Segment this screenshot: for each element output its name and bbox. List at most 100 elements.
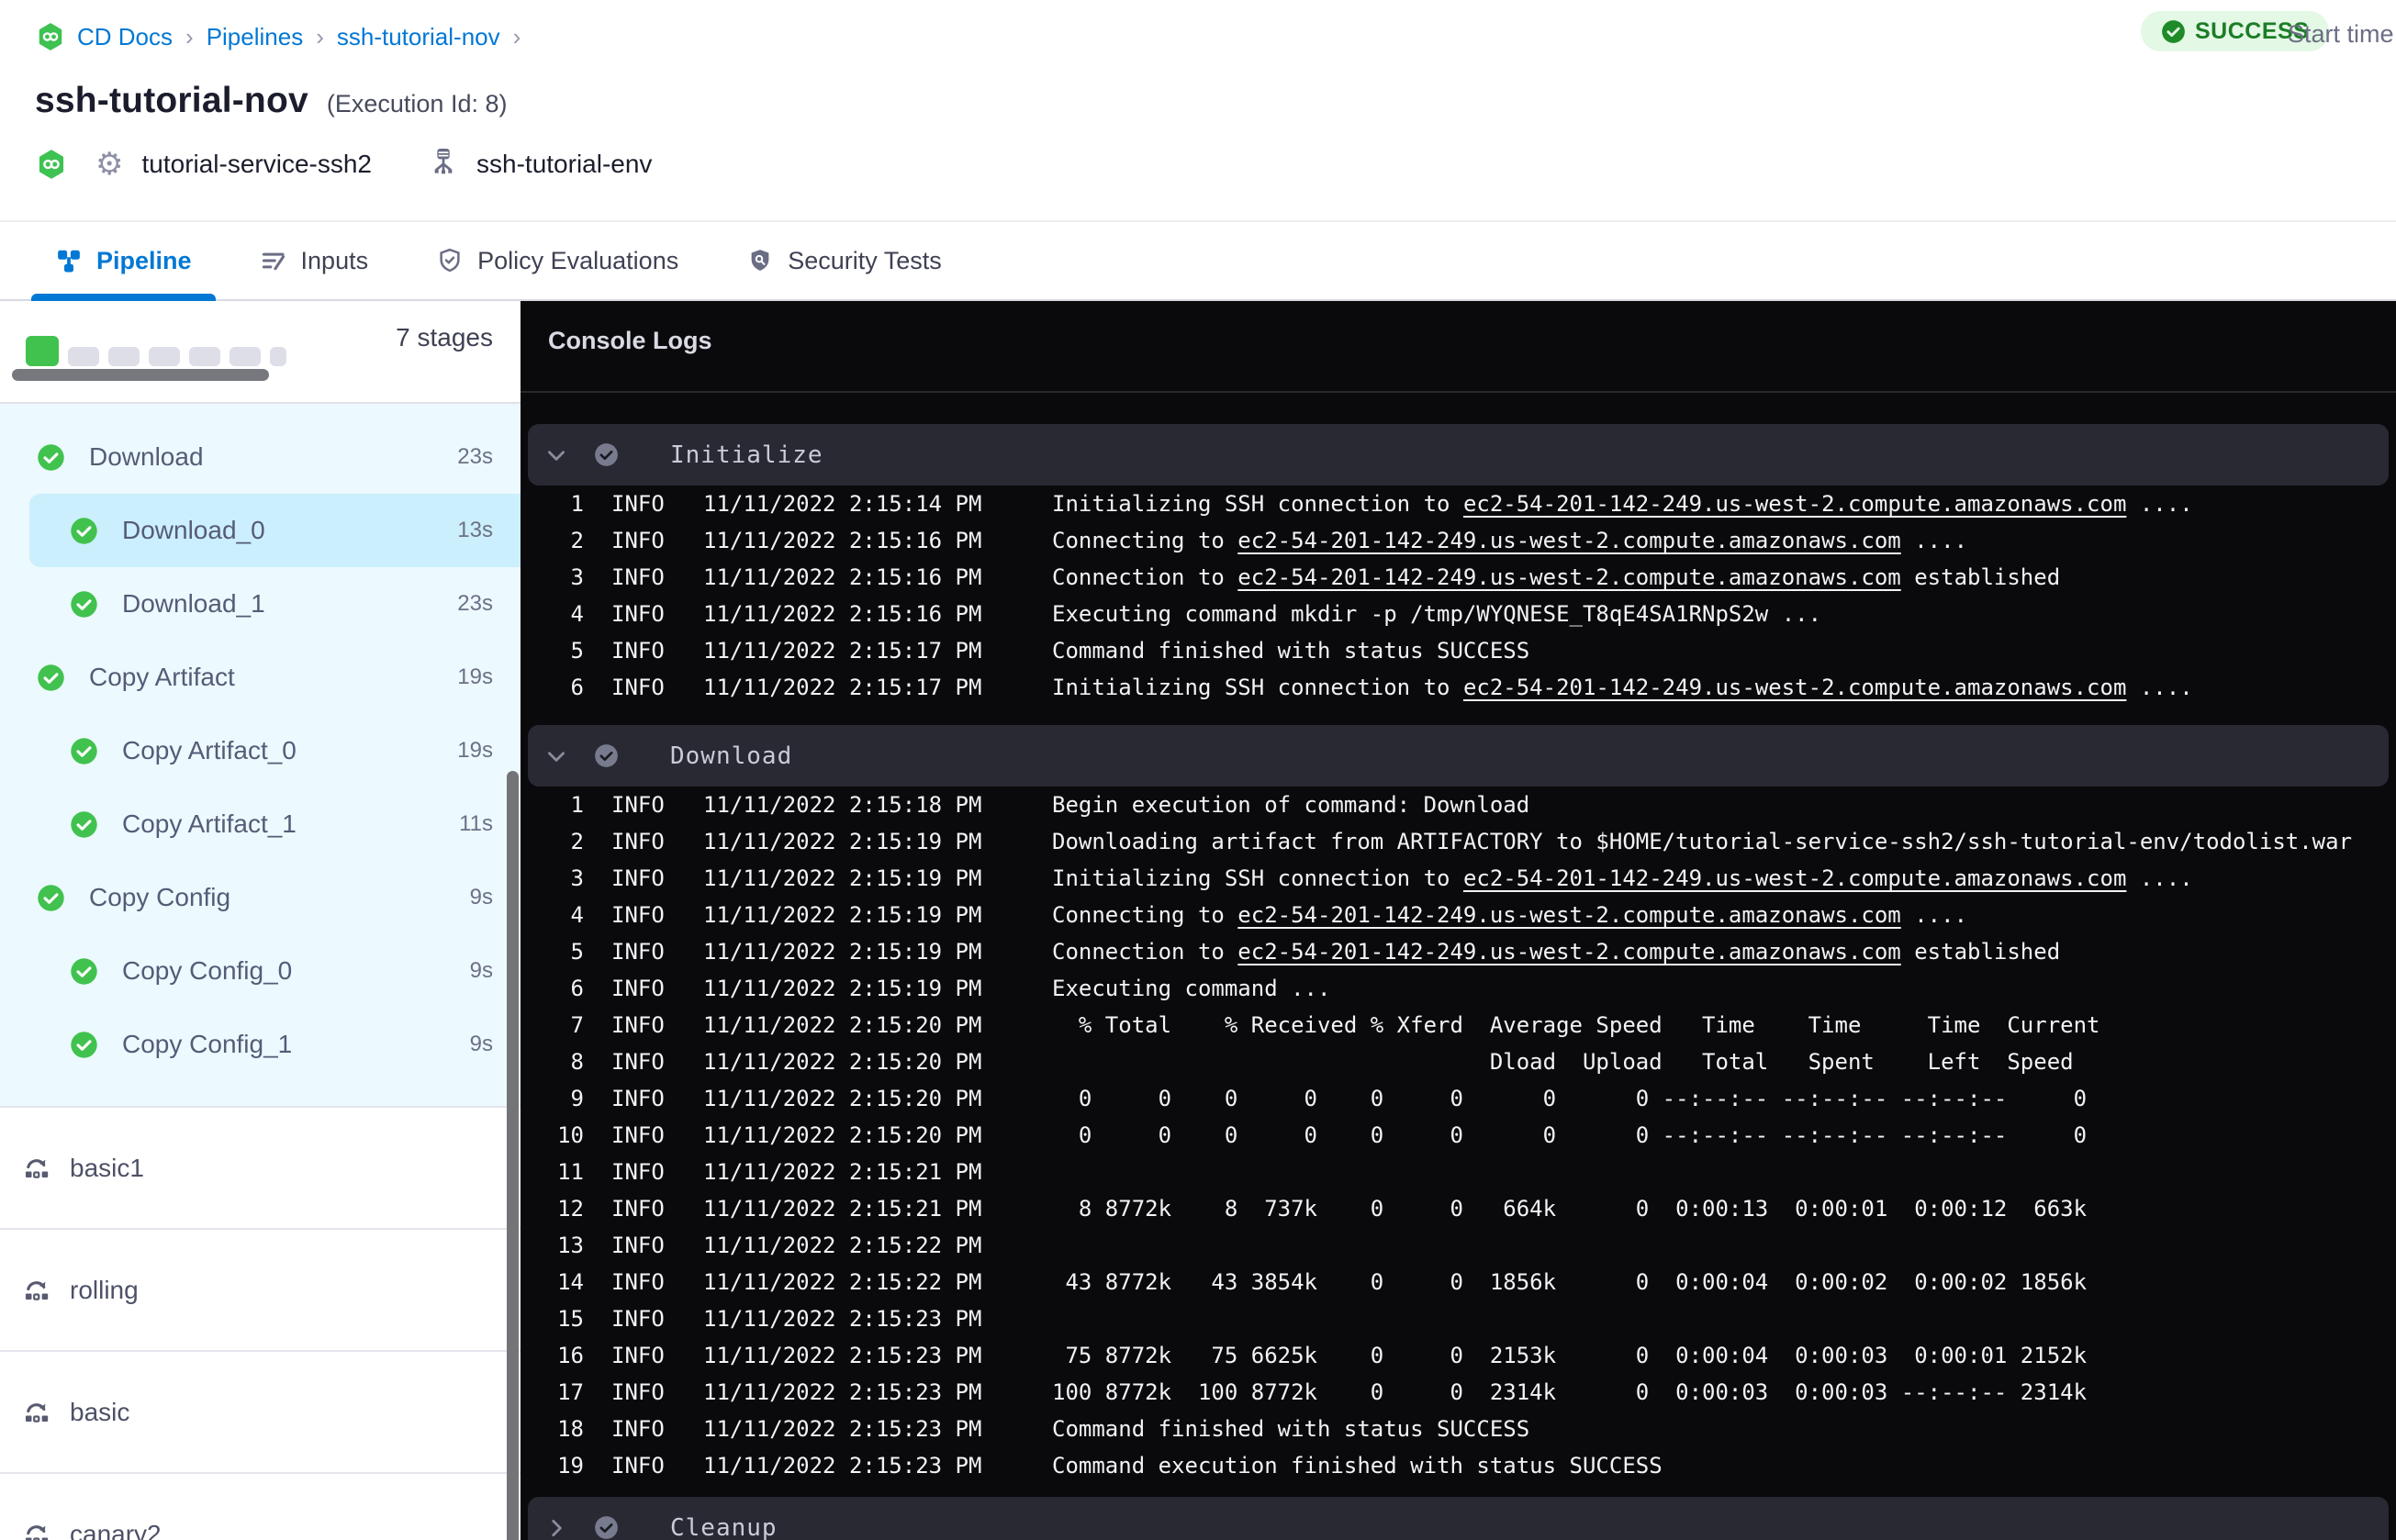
log-line-number: 18 — [557, 1416, 584, 1442]
inputs-icon — [260, 247, 287, 274]
success-check-icon — [70, 810, 98, 839]
success-check-icon — [37, 664, 65, 692]
execution-id-label: (Execution Id: 8) — [326, 90, 508, 117]
log-timestamp: 11/11/2022 2:15:18 PM — [703, 792, 982, 818]
breadcrumb-link-project[interactable]: CD Docs — [77, 23, 173, 51]
log-level: INFO — [611, 1012, 665, 1038]
rollback-row-basic[interactable]: basic — [0, 1352, 521, 1474]
stage-label: Copy Artifact_1 — [122, 809, 297, 838]
log-message: 43 8772k 43 3854k 0 0 1856k 0 0:00:04 0:… — [1052, 1269, 2087, 1295]
log-level: INFO — [611, 792, 665, 818]
log-timestamp: 11/11/2022 2:15:20 PM — [703, 1012, 982, 1038]
rollback-row-basic1[interactable]: basic1 — [0, 1108, 521, 1230]
progress-segment-complete — [26, 336, 59, 366]
log-line-number: 7 — [570, 1012, 584, 1038]
log-section-header-download[interactable]: Download — [528, 725, 2389, 787]
stage-row-copy-config[interactable]: Copy Config 9s — [0, 861, 521, 934]
log-timestamp: 11/11/2022 2:15:21 PM — [703, 1196, 982, 1222]
rollback-label: canary2 — [70, 1519, 162, 1540]
tab-pipeline[interactable]: Pipeline — [31, 222, 216, 301]
stage-row-copy-artifact[interactable]: Copy Artifact 19s — [0, 641, 521, 714]
log-host-link[interactable]: ec2-54-201-142-249.us-west-2.compute.ama… — [1463, 491, 2126, 517]
log-host-link[interactable]: ec2-54-201-142-249.us-west-2.compute.ama… — [1463, 675, 2126, 700]
rollback-row-rolling[interactable]: rolling — [0, 1230, 521, 1352]
log-line: 6 INFO 11/11/2022 2:15:17 PM Initializing S… — [521, 669, 2396, 706]
log-text: .... — [1900, 528, 1968, 553]
stage-duration: 13s — [457, 518, 493, 542]
breadcrumb-link-pipeline[interactable]: ssh-tutorial-nov — [337, 23, 500, 51]
log-host-link[interactable]: ec2-54-201-142-249.us-west-2.compute.ama… — [1463, 865, 2126, 891]
stage-row-download-0[interactable]: Download_0 13s — [29, 494, 521, 567]
stage-duration: 23s — [457, 444, 493, 469]
page-title: ssh-tutorial-nov — [35, 81, 308, 120]
stage-label: Download — [89, 442, 204, 471]
log-message: % Total % Received % Xferd Average Speed… — [1052, 1012, 2100, 1038]
log-message: 0 0 0 0 0 0 0 0 --:--:-- --:--:-- --:--:… — [1052, 1086, 2087, 1111]
log-timestamp: 11/11/2022 2:15:17 PM — [703, 675, 982, 700]
vertical-scrollbar[interactable] — [507, 771, 519, 1540]
log-line-number: 11 — [557, 1159, 584, 1185]
pipeline-execution-page: CD Docs › Pipelines › ssh-tutorial-nov ›… — [0, 0, 2396, 1540]
log-line-number: 5 — [570, 638, 584, 664]
log-text: Command execution finished with status S… — [1052, 1453, 1663, 1479]
log-line: 1 INFO 11/11/2022 2:15:14 PM Initializing S… — [521, 485, 2396, 522]
log-host-link[interactable]: ec2-54-201-142-249.us-west-2.compute.ama… — [1237, 564, 1900, 590]
log-line: 2 INFO 11/11/2022 2:15:19 PM Downloading ar… — [521, 823, 2396, 860]
breadcrumb-link-pipelines[interactable]: Pipelines — [207, 23, 304, 51]
log-text: Connecting to — [1052, 528, 1238, 553]
divider — [521, 391, 2396, 393]
stage-row-download[interactable]: Download 23s — [0, 420, 521, 494]
environment-name[interactable]: ssh-tutorial-env — [476, 150, 652, 179]
log-message: Connection to ec2-54-201-142-249.us-west… — [1052, 939, 2060, 965]
stage-row-copy-artifact-0[interactable]: Copy Artifact_0 19s — [0, 714, 521, 787]
log-text: .... — [2126, 865, 2193, 891]
stage-duration: 9s — [469, 958, 493, 983]
chevron-down-icon — [544, 443, 568, 467]
log-host-link[interactable]: ec2-54-201-142-249.us-west-2.compute.ama… — [1237, 528, 1900, 553]
log-timestamp: 11/11/2022 2:15:19 PM — [703, 865, 982, 891]
tab-security-tests[interactable]: Security Tests — [722, 222, 966, 299]
tab-policy-evaluations[interactable]: Policy Evaluations — [412, 222, 702, 299]
log-level: INFO — [611, 675, 665, 700]
log-host-link[interactable]: ec2-54-201-142-249.us-west-2.compute.ama… — [1237, 939, 1900, 965]
stage-label: Copy Config_1 — [122, 1030, 293, 1058]
content-area: 7 stages Download 23s Download_0 13s Downloa… — [0, 301, 2396, 1540]
stage-row-download-1[interactable]: Download_1 23s — [0, 567, 521, 641]
log-text: Initializing SSH connection to — [1052, 675, 1463, 700]
log-level: INFO — [611, 902, 665, 928]
stage-row-copy-config-0[interactable]: Copy Config_0 9s — [0, 934, 521, 1008]
log-text: 0 0 0 0 0 0 0 0 --:--:-- --:--:-- --:--:… — [1052, 1086, 2088, 1111]
log-section-header-initialize[interactable]: Initialize — [528, 424, 2389, 485]
log-line-number: 3 — [570, 564, 584, 590]
log-line-number: 13 — [557, 1233, 584, 1258]
rollback-row-canary2[interactable]: canary2 — [0, 1474, 521, 1540]
log-timestamp: 11/11/2022 2:15:14 PM — [703, 491, 982, 517]
log-text: established — [1900, 564, 2061, 590]
log-timestamp: 11/11/2022 2:15:23 PM — [703, 1343, 982, 1368]
log-text: .... — [1900, 902, 1968, 928]
log-message: Command finished with status SUCCESS — [1052, 1416, 1529, 1442]
log-text: 8 8772k 8 737k 0 0 664k 0 0:00:13 0:00:0… — [1052, 1196, 2088, 1222]
success-check-icon — [70, 1031, 98, 1059]
horizontal-scrollbar[interactable] — [12, 369, 269, 381]
stage-row-copy-artifact-1[interactable]: Copy Artifact_1 11s — [0, 787, 521, 861]
log-message: Begin execution of command: Download — [1052, 792, 1529, 818]
log-line-number: 2 — [570, 829, 584, 854]
tab-inputs[interactable]: Inputs — [236, 222, 393, 299]
log-level: INFO — [611, 1453, 665, 1479]
log-message: Executing command mkdir -p /tmp/WYQNESE_… — [1052, 601, 1821, 627]
log-timestamp: 11/11/2022 2:15:23 PM — [703, 1306, 982, 1332]
progress-segment — [68, 347, 99, 366]
stage-duration: 11s — [459, 811, 493, 836]
stage-list: Download 23s Download_0 13s Download_1 23s Cop… — [0, 404, 521, 1106]
log-host-link[interactable]: ec2-54-201-142-249.us-west-2.compute.ama… — [1237, 902, 1900, 928]
log-message: Connecting to ec2-54-201-142-249.us-west… — [1052, 528, 1967, 553]
log-timestamp: 11/11/2022 2:15:16 PM — [703, 528, 982, 553]
log-section-header-cleanup[interactable]: Cleanup — [528, 1497, 2389, 1540]
stage-row-copy-config-1[interactable]: Copy Config_1 9s — [0, 1008, 521, 1081]
stage-progress-segments — [26, 336, 286, 366]
page-header: CD Docs › Pipelines › ssh-tutorial-nov ›… — [0, 0, 2396, 220]
progress-segment — [270, 347, 286, 366]
log-text: .... — [2126, 675, 2193, 700]
service-name[interactable]: tutorial-service-ssh2 — [141, 150, 372, 179]
